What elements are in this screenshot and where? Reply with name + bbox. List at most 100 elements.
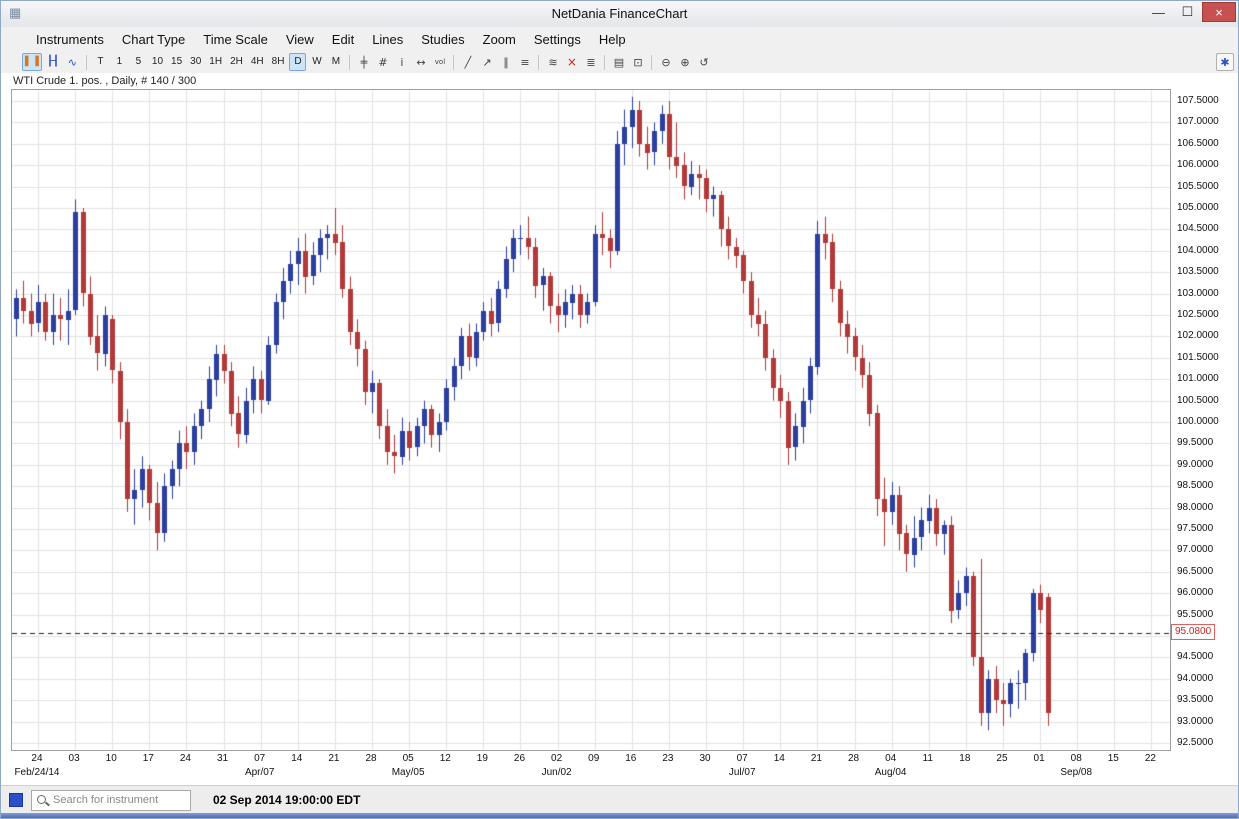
- interval-monthly-button[interactable]: M: [327, 53, 344, 71]
- close-button[interactable]: ×: [1202, 2, 1236, 22]
- tool-ray-button[interactable]: ↗: [478, 53, 495, 71]
- menubar: Instruments Chart Type Time Scale View E…: [1, 27, 1238, 51]
- print-button[interactable]: ▤: [610, 53, 627, 71]
- menu-settings[interactable]: Settings: [525, 30, 590, 49]
- toolbar-separator: [349, 55, 350, 70]
- interval-8h-button[interactable]: 8H: [269, 53, 288, 71]
- fibonacci-icon: ≡: [520, 57, 529, 68]
- tool-fibonacci-button[interactable]: ≡: [516, 53, 533, 71]
- menu-studies[interactable]: Studies: [412, 30, 473, 49]
- menu-lines[interactable]: Lines: [363, 30, 412, 49]
- tool-pan-button[interactable]: ↔: [412, 53, 429, 71]
- tool-crosshair-button[interactable]: ╪: [355, 53, 372, 71]
- menu-chart-type[interactable]: Chart Type: [113, 30, 194, 49]
- date-tick-label: 31: [209, 753, 237, 764]
- price-tick-label: 106.5000: [1177, 138, 1219, 149]
- interval-30-label: 30: [190, 57, 201, 67]
- interval-5-button[interactable]: 5: [130, 53, 147, 71]
- interval-4h-label: 4H: [251, 57, 264, 67]
- date-tick-label: 04: [877, 753, 905, 764]
- interval-2h-button[interactable]: 2H: [227, 53, 246, 71]
- window-title: NetDania FinanceChart: [1, 6, 1238, 21]
- price-chart-canvas[interactable]: [11, 89, 1171, 751]
- price-tick-label: 98.0000: [1177, 502, 1213, 513]
- zoom-in-button[interactable]: ⊕: [676, 53, 693, 71]
- info-icon: i: [400, 57, 403, 68]
- interval-4h-button[interactable]: 4H: [248, 53, 267, 71]
- date-tick-label: 15: [1099, 753, 1127, 764]
- tool-grid-button[interactable]: #: [374, 53, 391, 71]
- tool-indicators-button[interactable]: ≣: [582, 53, 599, 71]
- tool-volume-button[interactable]: vol: [431, 53, 448, 71]
- date-tick-label: 26: [505, 753, 533, 764]
- interval-daily-button[interactable]: D: [289, 53, 306, 71]
- date-tick-label: 18: [951, 753, 979, 764]
- window-controls: — ☐ ×: [1144, 2, 1236, 22]
- menu-help[interactable]: Help: [590, 30, 635, 49]
- maximize-button[interactable]: ☐: [1173, 2, 1202, 22]
- zoom-reset-icon: ↺: [699, 57, 708, 68]
- search-box: [31, 790, 191, 811]
- chart-type-bars-button[interactable]: ┠┨: [44, 53, 62, 71]
- date-tick-label: 17: [134, 753, 162, 764]
- price-tick-label: 99.0000: [1177, 459, 1213, 470]
- price-tick-label: 100.5000: [1177, 395, 1219, 406]
- instrument-label: WTI Crude 1. pos. , Daily, # 140 / 300: [13, 75, 196, 87]
- menu-edit[interactable]: Edit: [323, 30, 363, 49]
- interval-weekly-button[interactable]: W: [308, 53, 325, 71]
- search-input[interactable]: [51, 793, 183, 807]
- menu-zoom[interactable]: Zoom: [474, 30, 525, 49]
- price-tick-label: 95.5000: [1177, 609, 1213, 620]
- price-tick-label: 104.5000: [1177, 223, 1219, 234]
- trend-channel-icon: ∥: [503, 57, 509, 68]
- link-square-icon[interactable]: [9, 793, 23, 807]
- month-tick-label: Feb/24/14: [5, 767, 69, 778]
- date-tick-label: 07: [728, 753, 756, 764]
- interval-1-button[interactable]: 1: [111, 53, 128, 71]
- tool-annotations-button[interactable]: ≋: [544, 53, 561, 71]
- date-tick-label: 14: [765, 753, 793, 764]
- date-tick-label: 10: [97, 753, 125, 764]
- interval-tick-button[interactable]: T: [92, 53, 109, 71]
- chart-type-line-button[interactable]: ∿: [64, 53, 81, 71]
- zoom-in-icon: ⊕: [680, 57, 689, 68]
- price-tick-label: 102.0000: [1177, 330, 1219, 341]
- interval-5-label: 5: [136, 57, 142, 67]
- netdania-star-button[interactable]: ✱: [1216, 53, 1234, 71]
- crosshair-icon: ╪: [361, 57, 368, 68]
- zoom-out-button[interactable]: ⊖: [657, 53, 674, 71]
- interval-1h-button[interactable]: 1H: [206, 53, 225, 71]
- time-axis: 2403101724310714212805121926020916233007…: [11, 751, 1171, 785]
- toolbar-separator: [538, 55, 539, 70]
- price-tick-label: 105.5000: [1177, 181, 1219, 192]
- menu-time-scale[interactable]: Time Scale: [194, 30, 277, 49]
- date-tick-label: 22: [1136, 753, 1164, 764]
- tool-info-button[interactable]: i: [393, 53, 410, 71]
- star-icon: ✱: [1220, 57, 1229, 68]
- ohlc-bars-icon: ┠┨: [47, 57, 59, 67]
- tool-channel-button[interactable]: ∥: [497, 53, 514, 71]
- interval-15-button[interactable]: 15: [168, 53, 185, 71]
- interval-1-label: 1: [117, 57, 123, 67]
- price-tick-label: 97.5000: [1177, 523, 1213, 534]
- interval-15-label: 15: [171, 57, 182, 67]
- price-tick-label: 103.0000: [1177, 288, 1219, 299]
- zoom-region-button[interactable]: ⊡: [629, 53, 646, 71]
- minimize-button[interactable]: —: [1144, 2, 1173, 22]
- date-tick-label: 24: [171, 753, 199, 764]
- tool-delete-drawings-button[interactable]: ×: [563, 53, 580, 71]
- tool-trendline-button[interactable]: ╱: [459, 53, 476, 71]
- zoom-reset-button[interactable]: ↺: [695, 53, 712, 71]
- chart-type-candlestick-button[interactable]: ▌▐: [22, 53, 42, 71]
- toolbar-separator: [651, 55, 652, 70]
- date-tick-label: 28: [357, 753, 385, 764]
- toolbar-separator: [453, 55, 454, 70]
- menu-instruments[interactable]: Instruments: [27, 30, 113, 49]
- date-tick-label: 14: [283, 753, 311, 764]
- date-tick-label: 12: [431, 753, 459, 764]
- interval-30-button[interactable]: 30: [187, 53, 204, 71]
- price-tick-label: 101.5000: [1177, 352, 1219, 363]
- menu-view[interactable]: View: [277, 30, 323, 49]
- date-tick-label: 23: [654, 753, 682, 764]
- interval-10-button[interactable]: 10: [149, 53, 166, 71]
